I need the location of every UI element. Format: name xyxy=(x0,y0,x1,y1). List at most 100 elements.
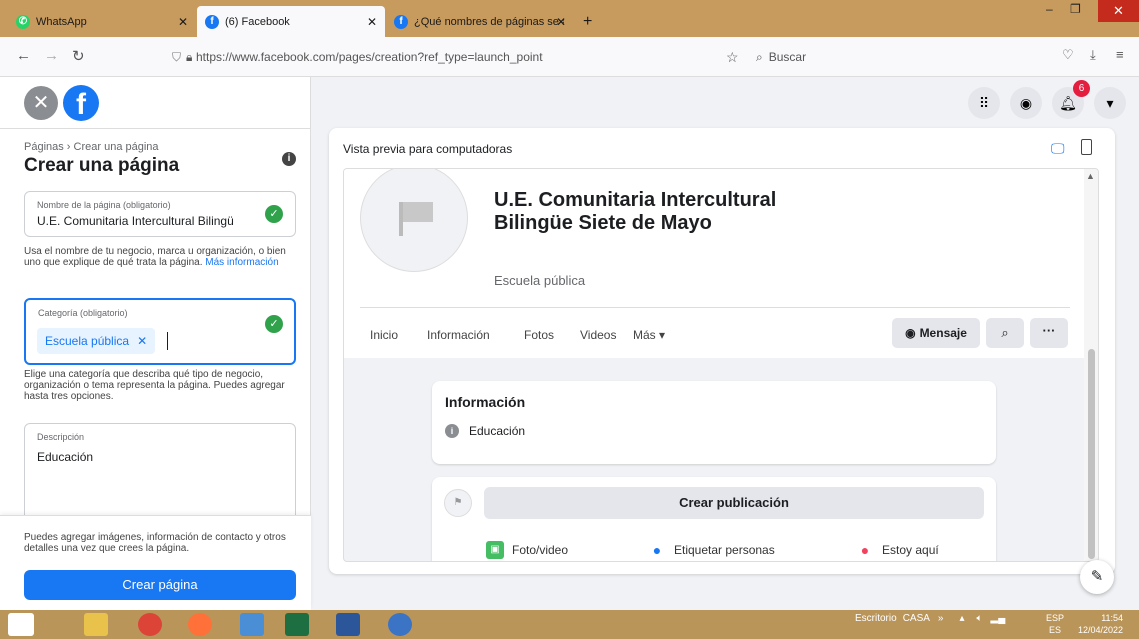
account-dropdown-icon[interactable]: ▾ xyxy=(1094,87,1126,119)
info-icon: i xyxy=(445,424,459,438)
tab-fotos[interactable]: Fotos xyxy=(524,328,554,342)
photo-video-action[interactable]: ▣ Foto/video xyxy=(486,541,568,559)
tab-label: WhatsApp xyxy=(36,15,87,28)
divider xyxy=(360,307,1070,308)
download-icon[interactable]: ⤓ xyxy=(1090,47,1096,63)
bookmark-star-icon[interactable]: ☆ xyxy=(726,49,739,66)
category-field[interactable]: Categoría (obligatorio) Escuela pública … xyxy=(24,298,296,365)
tag-people-icon: ● xyxy=(652,542,662,558)
info-card-item-label: Educación xyxy=(469,424,526,438)
language-bottom: ES xyxy=(1049,625,1062,635)
check-in-label: Estoy aquí xyxy=(882,543,939,557)
pocket-icon[interactable]: ♡ xyxy=(1062,47,1074,63)
page-name-help: Usa el nombre de tu negocio, marca u org… xyxy=(24,246,296,268)
search-bar[interactable]: ⌕ Buscar xyxy=(756,43,1016,71)
excel-icon[interactable] xyxy=(285,613,309,636)
info-card-item: i Educación xyxy=(445,424,525,438)
sidebar-footer: Puedes agregar imágenes, información de … xyxy=(0,515,311,610)
description-field[interactable]: Descripción Educación xyxy=(24,423,296,523)
calculator-icon[interactable] xyxy=(240,613,264,636)
tab-informacion[interactable]: Información xyxy=(427,328,490,342)
search-placeholder: Buscar xyxy=(768,50,807,64)
breadcrumb: Páginas › Crear una página xyxy=(24,141,159,153)
create-post-button[interactable]: Crear publicación xyxy=(484,487,984,519)
message-button[interactable]: ◉ Mensaje xyxy=(892,318,980,348)
page-header: U.E. Comunitaria Intercultural Bilingüe … xyxy=(344,169,1084,358)
menu-grid-icon[interactable]: ⠿ xyxy=(968,87,1000,119)
notification-badge: 6 xyxy=(1073,80,1090,97)
reload-icon[interactable]: ↻ xyxy=(72,47,85,65)
create-post-card: ⚑ Crear publicación ▣ Foto/video ● Etiqu… xyxy=(432,477,996,561)
preview-scrollbar[interactable]: ▲ xyxy=(1084,169,1098,561)
whatsapp-icon: ✆ xyxy=(16,14,30,29)
tab-google-search[interactable]: f ¿Qué nombres de páginas se ac ✕ xyxy=(386,6,574,37)
create-page-button[interactable]: Crear página xyxy=(24,570,296,600)
firefox-icon[interactable] xyxy=(188,613,212,636)
page-name-value: U.E. Comunitaria Intercultural Bilingü xyxy=(37,214,234,228)
location-pin-icon: ● xyxy=(860,542,870,558)
tab-inicio[interactable]: Inicio xyxy=(370,328,398,342)
close-tab-icon[interactable]: ✕ xyxy=(178,15,188,29)
forward-icon[interactable]: → xyxy=(44,47,59,64)
tray-up-icon[interactable]: ▴ xyxy=(959,613,964,624)
clock-date: 12/04/2022 xyxy=(1078,625,1124,635)
desktop-view-icon[interactable]: 🖵︎ xyxy=(1051,140,1065,157)
category-help: Elige una categoría que describa qué tip… xyxy=(24,369,285,402)
tab-mas[interactable]: Más ▾ xyxy=(633,328,665,342)
language-top: ESP xyxy=(1046,613,1065,623)
page-name-field[interactable]: Nombre de la página (obligatorio) U.E. C… xyxy=(24,191,296,237)
chrome-icon[interactable] xyxy=(138,613,162,636)
scroll-up-icon[interactable]: ▲ xyxy=(1086,171,1095,181)
messenger-icon: ◉ xyxy=(905,326,916,340)
window-close-icon[interactable]: ✕ xyxy=(1098,0,1139,22)
menu-icon[interactable]: ≡ xyxy=(1116,47,1124,62)
file-explorer-icon[interactable] xyxy=(84,613,108,636)
notifications-icon[interactable]: 🔔︎ 6 xyxy=(1052,80,1090,119)
facebook-logo-icon[interactable]: f xyxy=(63,85,99,121)
more-info-link[interactable]: Más información xyxy=(205,257,278,268)
preview-page-name: U.E. Comunitaria Intercultural Bilingüe … xyxy=(494,189,777,234)
check-icon: ✓ xyxy=(265,205,283,223)
scrollbar-thumb[interactable] xyxy=(1088,349,1095,559)
start-icon[interactable] xyxy=(8,613,34,636)
tab-whatsapp[interactable]: ✆ WhatsApp ✕ xyxy=(8,6,196,37)
chrome-canary-icon[interactable] xyxy=(388,613,412,636)
word-icon[interactable] xyxy=(336,613,360,636)
info-icon[interactable]: i xyxy=(282,152,296,166)
tab-facebook[interactable]: f (6) Facebook ✕ xyxy=(197,6,385,37)
close-tab-icon[interactable]: ✕ xyxy=(556,15,566,29)
minimize-icon[interactable]: – xyxy=(1046,2,1053,16)
address-bar[interactable]: ⛉ 🔒︎ https://www.facebook.com/pages/crea… xyxy=(160,43,750,71)
tab-label: ¿Qué nombres de páginas se ac xyxy=(414,15,564,28)
search-button[interactable]: ⌕ xyxy=(986,318,1024,348)
page-content: ✕ f Páginas › Crear una página Crear una… xyxy=(0,77,1139,610)
photo-icon: ▣ xyxy=(486,541,504,559)
message-button-label: Mensaje xyxy=(919,326,967,340)
compose-icon[interactable]: ✎ xyxy=(1080,560,1114,594)
new-tab-button[interactable]: + xyxy=(583,13,592,31)
remove-chip-icon[interactable]: ✕ xyxy=(137,334,147,348)
signal-icon[interactable]: ▂▄ xyxy=(991,613,1006,624)
category-chip[interactable]: Escuela pública ✕ xyxy=(37,328,156,354)
category-chip-label: Escuela pública xyxy=(45,334,130,348)
desktop-toolbar-label[interactable]: Escritorio xyxy=(855,613,897,624)
description-label: Descripción xyxy=(37,432,85,442)
close-tab-icon[interactable]: ✕ xyxy=(367,15,377,29)
tab-label: (6) Facebook xyxy=(225,15,290,28)
mobile-view-icon[interactable] xyxy=(1081,139,1092,155)
chevron-icon[interactable]: » xyxy=(938,613,944,624)
language-indicator[interactable]: ESP ES xyxy=(1046,612,1064,636)
clock[interactable]: 11:54 12/04/2022 xyxy=(1078,612,1123,636)
volume-icon[interactable]: 🔈︎ xyxy=(977,613,983,624)
close-icon[interactable]: ✕ xyxy=(24,86,58,120)
network-label[interactable]: CASA xyxy=(903,613,930,624)
messenger-icon[interactable]: ◉ xyxy=(1010,87,1042,119)
check-in-action[interactable]: ● Estoy aquí xyxy=(856,541,939,559)
page-title: Crear una página xyxy=(24,155,180,176)
tag-people-action[interactable]: ● Etiquetar personas xyxy=(648,541,775,559)
maximize-icon[interactable]: ❐ xyxy=(1070,2,1081,16)
more-options-button[interactable]: ··· xyxy=(1030,318,1068,348)
tab-videos[interactable]: Videos xyxy=(580,328,616,342)
create-page-sidebar: ✕ f Páginas › Crear una página Crear una… xyxy=(0,77,311,610)
back-icon[interactable]: ← xyxy=(16,47,31,64)
